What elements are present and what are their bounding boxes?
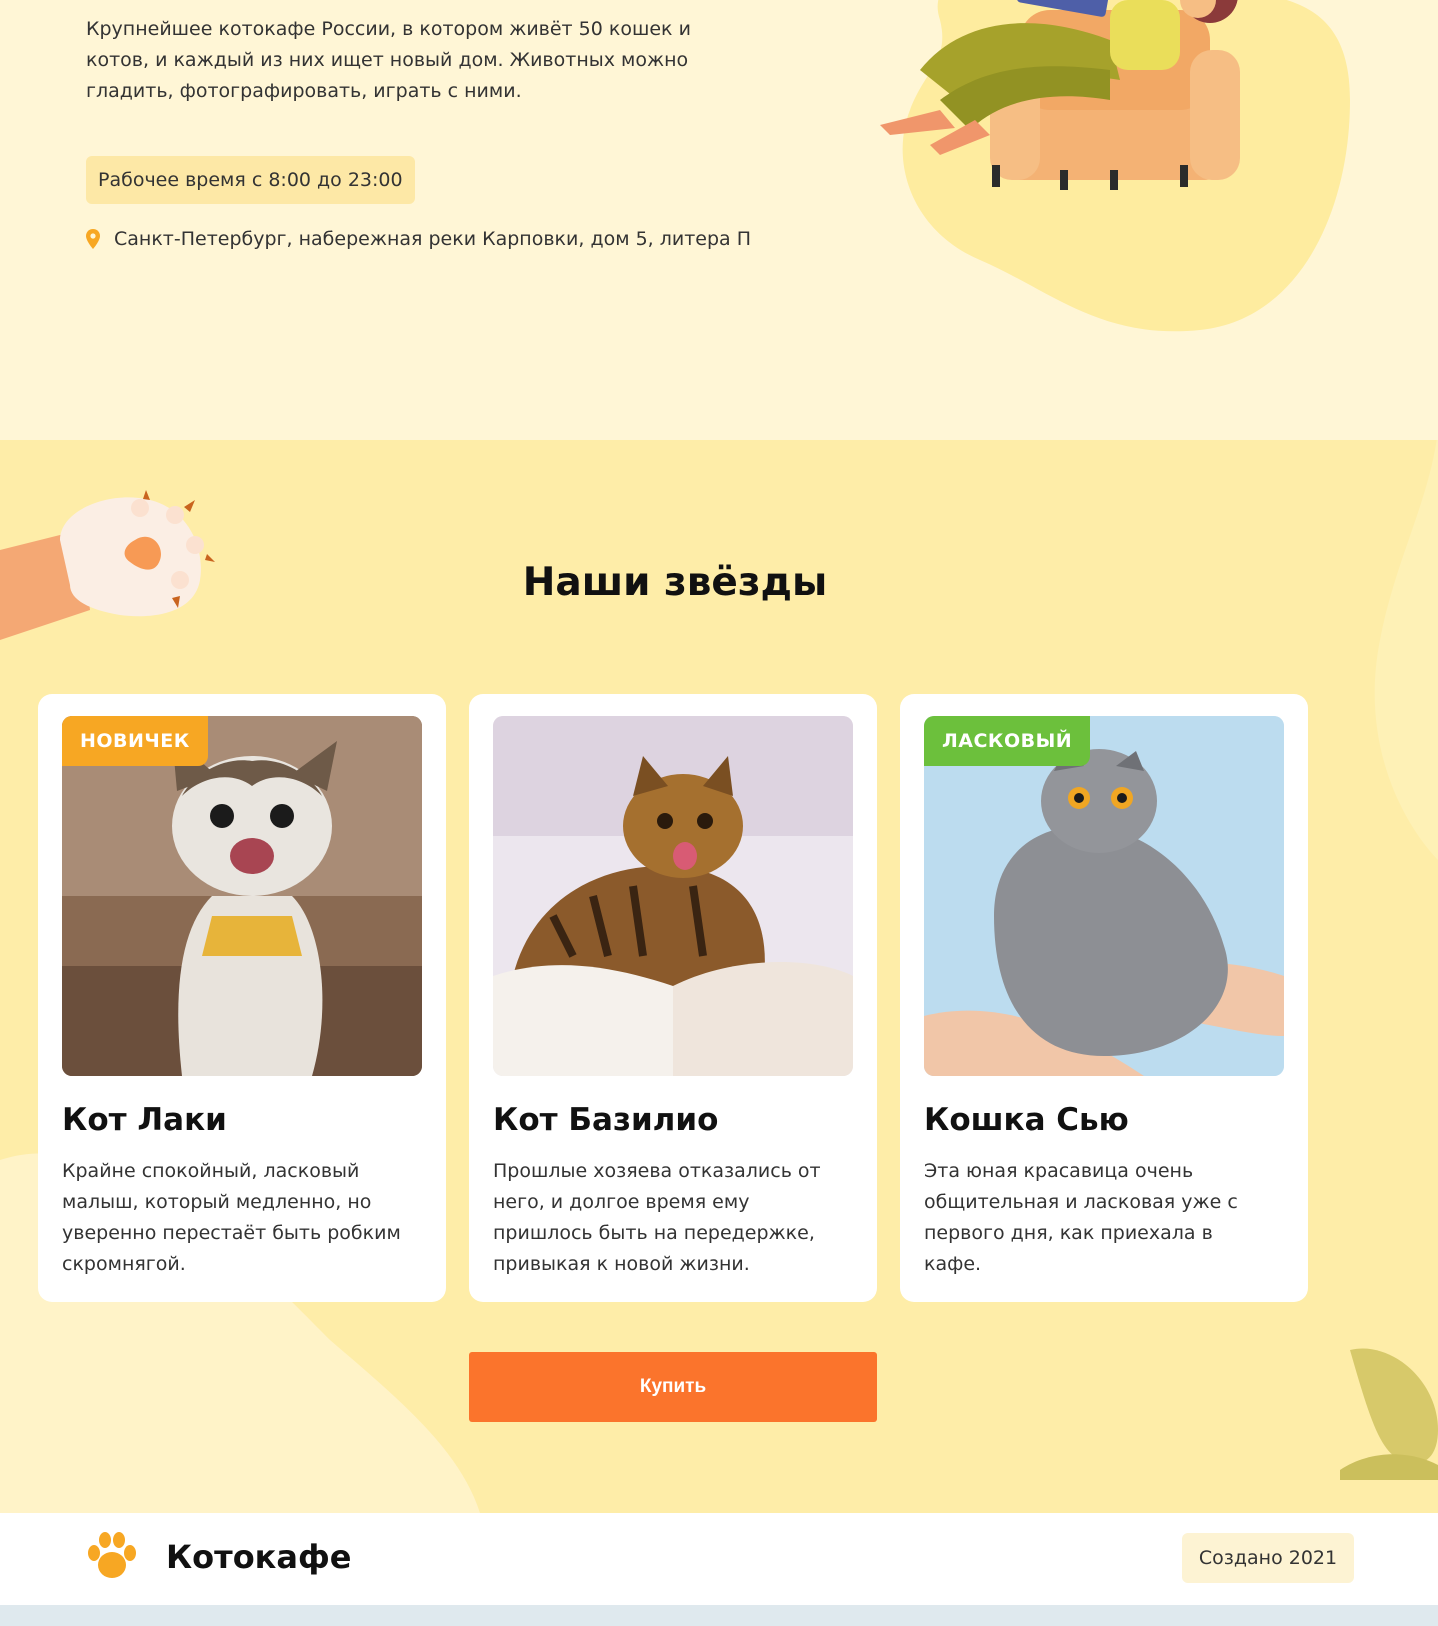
address-text: Санкт-Петербург, набережная реки Карповк… [114, 228, 752, 250]
buy-button[interactable]: Купить [469, 1352, 877, 1422]
section-title: Наши звёзды [522, 560, 828, 605]
created-year-badge: Создано 2021 [1182, 1533, 1354, 1583]
browser-bottom-strip [0, 1605, 1438, 1626]
footer-brand: Котокафе [166, 1538, 352, 1576]
cat-photo [493, 716, 853, 1076]
working-hours-badge: Рабочее время с 8:00 до 23:00 [86, 156, 415, 204]
card-name: Кот Базилио [493, 1102, 719, 1138]
cat-card-lucky[interactable]: НОВИЧЕК Кот Лаки Крайне спокойный, ласко… [38, 694, 446, 1302]
card-name: Кот Лаки [62, 1102, 227, 1138]
footer-logo[interactable]: Котокафе [84, 1531, 351, 1583]
leaf-illustration [1340, 1348, 1438, 1480]
reading-woman-illustration [880, 0, 1350, 332]
location-pin-icon [86, 229, 100, 249]
card-badge: НОВИЧЕК [62, 716, 208, 766]
card-description: Прошлые хозяева отказались от него, и до… [493, 1160, 821, 1275]
cat-photo [924, 716, 1284, 1076]
cat-sue-photo [924, 716, 1284, 1076]
card-name: Кошка Сью [924, 1102, 1129, 1138]
hero-section: Крупнейшее котокафе России, в котором жи… [0, 0, 1438, 440]
card-badge: ЛАСКОВЫЙ [924, 716, 1091, 766]
address: Санкт-Петербург, набережная реки Карповк… [86, 228, 751, 250]
paw-icon [88, 1532, 136, 1578]
card-description: Крайне спокойный, ласковый малыш, которы… [62, 1160, 401, 1275]
cat-card-bazilio[interactable]: Кот Базилио Прошлые хозяева отказались о… [469, 694, 877, 1302]
card-description: Эта юная красавица очень общительная и л… [924, 1160, 1238, 1275]
footer: Котокафе Создано 2021 [0, 1513, 1438, 1605]
cat-lucky-photo [62, 716, 422, 1076]
cat-photo [62, 716, 422, 1076]
hero-description: Крупнейшее котокафе России, в котором жи… [86, 18, 691, 102]
cat-bazilio-photo [493, 716, 853, 1076]
cat-card-sue[interactable]: ЛАСКОВЫЙ Кошка Сью Эта юная красавица оч… [900, 694, 1308, 1302]
